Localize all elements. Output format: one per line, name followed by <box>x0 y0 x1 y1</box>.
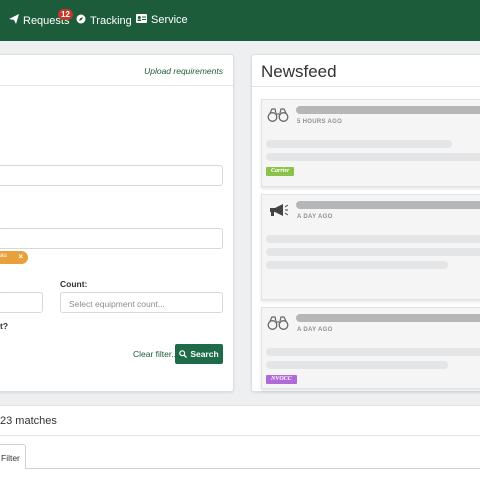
text-placeholder <box>266 153 480 161</box>
card-timestamp: A DAY AGO <box>297 214 333 220</box>
nav-service-label: Service <box>151 14 188 26</box>
category-badge: NVOCC <box>266 375 297 384</box>
card-timestamp: 5 HOURS AGO <box>297 119 343 125</box>
equipment-input[interactable] <box>0 228 223 249</box>
card-timestamp: A DAY AGO <box>297 327 333 333</box>
compass-icon <box>76 14 86 27</box>
results-header: 23 matches <box>0 405 480 435</box>
card-title-placeholder <box>296 201 480 209</box>
text-placeholder <box>266 261 448 269</box>
question-label: t? <box>0 321 9 331</box>
search-button-label: Search <box>190 349 219 359</box>
nav-tracking[interactable]: Tracking <box>76 14 132 27</box>
text-placeholder <box>266 361 448 369</box>
text-placeholder <box>266 248 480 256</box>
text-placeholder <box>266 348 480 356</box>
newsfeed-card[interactable]: A DAY AGO <box>261 194 480 300</box>
results-body <box>0 435 480 480</box>
count-label: Count: <box>60 279 88 289</box>
newsfeed-card[interactable]: 5 HOURS AGO Carrier <box>261 99 480 187</box>
selected-equipment-tag: au × <box>0 251 28 264</box>
tag-label: au <box>0 253 7 259</box>
equipment-count-select[interactable]: Select equipment count... <box>60 292 223 313</box>
tab-filter[interactable]: Filter <box>0 444 26 469</box>
search-icon <box>179 350 188 358</box>
newsfeed-title: Newsfeed <box>261 62 337 81</box>
top-nav-bar: Requests 12 Tracking Service <box>0 0 480 41</box>
requests-count-badge: 12 <box>58 9 73 20</box>
card-title-placeholder <box>296 314 480 322</box>
category-badge: Carrier <box>266 167 295 176</box>
text-placeholder <box>266 235 480 243</box>
text-placeholder <box>266 140 452 148</box>
location-input[interactable] <box>0 165 223 186</box>
clear-filter-link[interactable]: Clear filter... <box>133 349 178 359</box>
panel-divider <box>0 85 233 86</box>
newsfeed-panel: Newsfeed 5 HOURS AGO Carrier A DAY AGO A… <box>251 54 480 392</box>
search-panel: Upload requirements <box>0 54 234 392</box>
card-title-placeholder <box>296 106 480 114</box>
nav-service[interactable]: Service <box>136 14 188 26</box>
nav-tracking-label: Tracking <box>90 14 132 27</box>
search-button[interactable]: Search <box>175 344 223 364</box>
newsfeed-divider <box>252 86 480 87</box>
tab-divider <box>0 468 480 469</box>
size-select[interactable] <box>0 292 43 313</box>
id-card-icon <box>136 14 147 26</box>
newsfeed-card[interactable]: A DAY AGO NVOCC <box>261 307 480 389</box>
megaphone-icon <box>270 204 289 216</box>
paper-plane-icon <box>9 14 19 27</box>
tab-filter-label: Filter <box>1 453 20 463</box>
count-placeholder: Select equipment count... <box>69 299 165 309</box>
binoculars-icon <box>267 316 289 330</box>
upload-requirements-link[interactable]: Upload requirements <box>144 66 223 76</box>
tag-remove-icon[interactable]: × <box>18 252 23 261</box>
matches-count: 23 matches <box>0 415 57 427</box>
binoculars-icon <box>267 108 289 122</box>
